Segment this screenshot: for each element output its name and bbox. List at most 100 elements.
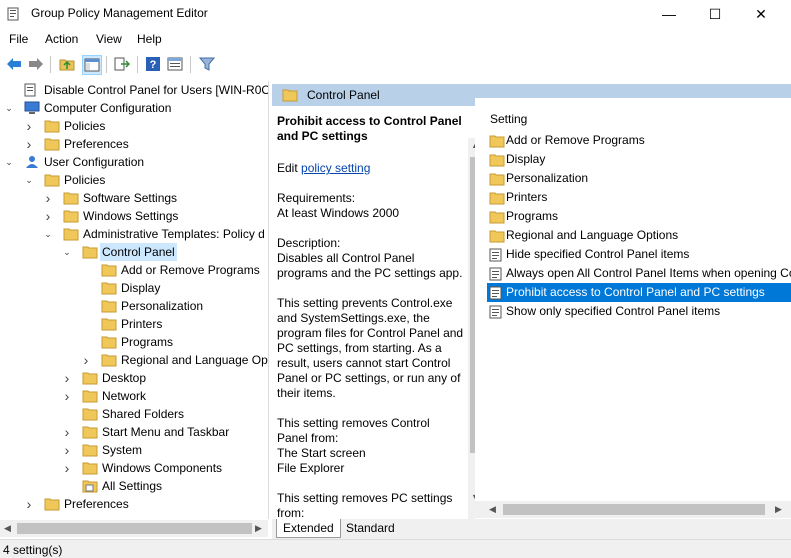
close-button[interactable]: ✕ bbox=[738, 0, 784, 28]
list-item-label: Always open All Control Panel Items when… bbox=[506, 266, 791, 280]
description-label: Description: bbox=[277, 236, 341, 250]
tree-node[interactable]: ⌄ Control Panel bbox=[0, 243, 268, 261]
help-button[interactable]: ? bbox=[144, 55, 162, 73]
expand-closed-icon[interactable]: › bbox=[81, 351, 91, 369]
list-setting-item[interactable]: Prohibit access to Control Panel and PC … bbox=[487, 283, 791, 302]
help-icon: ? bbox=[146, 57, 160, 71]
tree-node[interactable]: Display bbox=[0, 279, 268, 297]
tree-node[interactable]: ⌄ User Configuration bbox=[0, 153, 268, 171]
back-button[interactable] bbox=[5, 55, 23, 73]
tree-node[interactable]: Printers bbox=[0, 315, 268, 333]
view-tabs: Extended Standard bbox=[272, 519, 791, 539]
tree-node[interactable]: All Settings bbox=[0, 477, 268, 495]
folder-icon bbox=[44, 497, 60, 516]
expand-open-icon[interactable]: ⌄ bbox=[24, 171, 34, 189]
list-setting-item[interactable]: Hide specified Control Panel items bbox=[487, 245, 791, 264]
window-title: Group Policy Management Editor bbox=[31, 6, 208, 20]
export-list-button[interactable] bbox=[113, 55, 131, 73]
folder-icon bbox=[489, 191, 505, 207]
scroll-thumb[interactable] bbox=[503, 504, 765, 515]
expand-open-icon[interactable]: ⌄ bbox=[4, 153, 14, 171]
tree-node[interactable]: ⌄ Computer Configuration bbox=[0, 99, 268, 117]
up-folder-icon bbox=[59, 59, 75, 71]
tree-node[interactable]: Programs bbox=[0, 333, 268, 351]
list-folder-item[interactable]: Regional and Language Options bbox=[487, 226, 791, 245]
list-folder-item[interactable]: Printers bbox=[487, 188, 791, 207]
expand-closed-icon[interactable]: › bbox=[24, 495, 34, 513]
expand-closed-icon[interactable]: › bbox=[24, 117, 34, 135]
list-item-label: Hide specified Control Panel items bbox=[506, 247, 690, 261]
tree-node[interactable]: › Regional and Language Op bbox=[0, 351, 268, 369]
tree-node-label: Windows Settings bbox=[83, 209, 179, 223]
tree-node-label: Disable Control Panel for Users [WIN-R0O… bbox=[44, 83, 269, 97]
description-list-item: The Start screen bbox=[277, 446, 366, 460]
expand-closed-icon[interactable]: › bbox=[43, 207, 53, 225]
menu-bar: File Action View Help bbox=[0, 29, 791, 49]
tree-horizontal-scrollbar[interactable]: ◀ ▶ bbox=[0, 520, 268, 537]
policy-setting-link[interactable]: policy setting bbox=[301, 161, 370, 175]
tree-node[interactable]: › Windows Settings bbox=[0, 207, 268, 225]
expand-closed-icon[interactable]: › bbox=[62, 369, 72, 387]
tree-node[interactable]: › Policies bbox=[0, 117, 268, 135]
menu-action[interactable]: Action bbox=[45, 32, 78, 46]
list-setting-item[interactable]: Always open All Control Panel Items when… bbox=[487, 264, 791, 283]
tree-node[interactable]: ⌄ Policies bbox=[0, 171, 268, 189]
tree-node[interactable]: › Desktop bbox=[0, 369, 268, 387]
tree-node[interactable]: › System bbox=[0, 441, 268, 459]
expand-closed-icon[interactable]: › bbox=[62, 387, 72, 405]
extended-description: Prohibit access to Control Panel and PC … bbox=[272, 109, 468, 519]
toolbar-separator bbox=[106, 56, 107, 73]
tree-node[interactable]: ⌄ Administrative Templates: Policy d bbox=[0, 225, 268, 243]
tree-node[interactable]: Disable Control Panel for Users [WIN-R0O… bbox=[0, 81, 268, 99]
description-list-item: File Explorer bbox=[277, 461, 345, 475]
show-hide-tree-button[interactable] bbox=[82, 55, 102, 75]
expand-open-icon[interactable]: ⌄ bbox=[4, 99, 14, 117]
status-bar: 4 setting(s) bbox=[0, 539, 791, 558]
tree-node[interactable]: Personalization bbox=[0, 297, 268, 315]
tree-node-label: System bbox=[102, 443, 143, 457]
tree-node[interactable]: › Windows Components bbox=[0, 459, 268, 477]
tree-node-label: Programs bbox=[121, 335, 174, 349]
expand-closed-icon[interactable]: › bbox=[62, 459, 72, 477]
tree-node[interactable]: Shared Folders bbox=[0, 405, 268, 423]
folder-icon bbox=[489, 134, 505, 150]
tree-node-label: Regional and Language Op bbox=[121, 353, 268, 367]
scroll-thumb[interactable] bbox=[17, 523, 252, 534]
menu-help[interactable]: Help bbox=[137, 32, 162, 46]
svg-text:?: ? bbox=[150, 59, 157, 71]
tree-node[interactable]: Add or Remove Programs bbox=[0, 261, 268, 279]
up-folder-button[interactable] bbox=[58, 55, 76, 73]
description-paragraph-4: This setting removes PC settings from: bbox=[277, 491, 453, 519]
list-folder-item[interactable]: Programs bbox=[487, 207, 791, 226]
expand-open-icon[interactable]: ⌄ bbox=[62, 243, 72, 261]
tree-node[interactable]: › Software Settings bbox=[0, 189, 268, 207]
tree-node[interactable]: › Network bbox=[0, 387, 268, 405]
maximize-button[interactable]: ☐ bbox=[692, 0, 738, 28]
forward-button[interactable] bbox=[27, 55, 45, 73]
list-folder-item[interactable]: Personalization bbox=[487, 169, 791, 188]
expand-closed-icon[interactable]: › bbox=[24, 135, 34, 153]
setting-icon bbox=[489, 286, 503, 302]
list-horizontal-scrollbar[interactable]: ◀ ▶ bbox=[475, 501, 791, 518]
tree-node[interactable]: › Preferences bbox=[0, 135, 268, 153]
minimize-icon: — bbox=[662, 6, 676, 22]
filter-button[interactable] bbox=[198, 55, 216, 73]
setting-column-header[interactable]: Setting bbox=[490, 112, 527, 126]
tree-node-label: Preferences bbox=[64, 497, 129, 511]
list-folder-item[interactable]: Add or Remove Programs bbox=[487, 131, 791, 150]
expand-open-icon[interactable]: ⌄ bbox=[43, 225, 53, 243]
tab-extended[interactable]: Extended bbox=[276, 519, 341, 538]
menu-view[interactable]: View bbox=[96, 32, 122, 46]
expand-closed-icon[interactable]: › bbox=[62, 423, 72, 441]
tree-node[interactable]: › Preferences bbox=[0, 495, 268, 513]
expand-closed-icon[interactable]: › bbox=[62, 441, 72, 459]
expand-closed-icon[interactable]: › bbox=[43, 189, 53, 207]
tab-standard[interactable]: Standard bbox=[340, 519, 401, 537]
tree-node[interactable]: › Start Menu and Taskbar bbox=[0, 423, 268, 441]
list-item-label: Programs bbox=[506, 209, 559, 223]
list-setting-item[interactable]: Show only specified Control Panel items bbox=[487, 302, 791, 321]
minimize-button[interactable]: — bbox=[646, 0, 692, 28]
properties-button[interactable] bbox=[166, 55, 184, 73]
menu-file[interactable]: File bbox=[9, 32, 28, 46]
list-folder-item[interactable]: Display bbox=[487, 150, 791, 169]
